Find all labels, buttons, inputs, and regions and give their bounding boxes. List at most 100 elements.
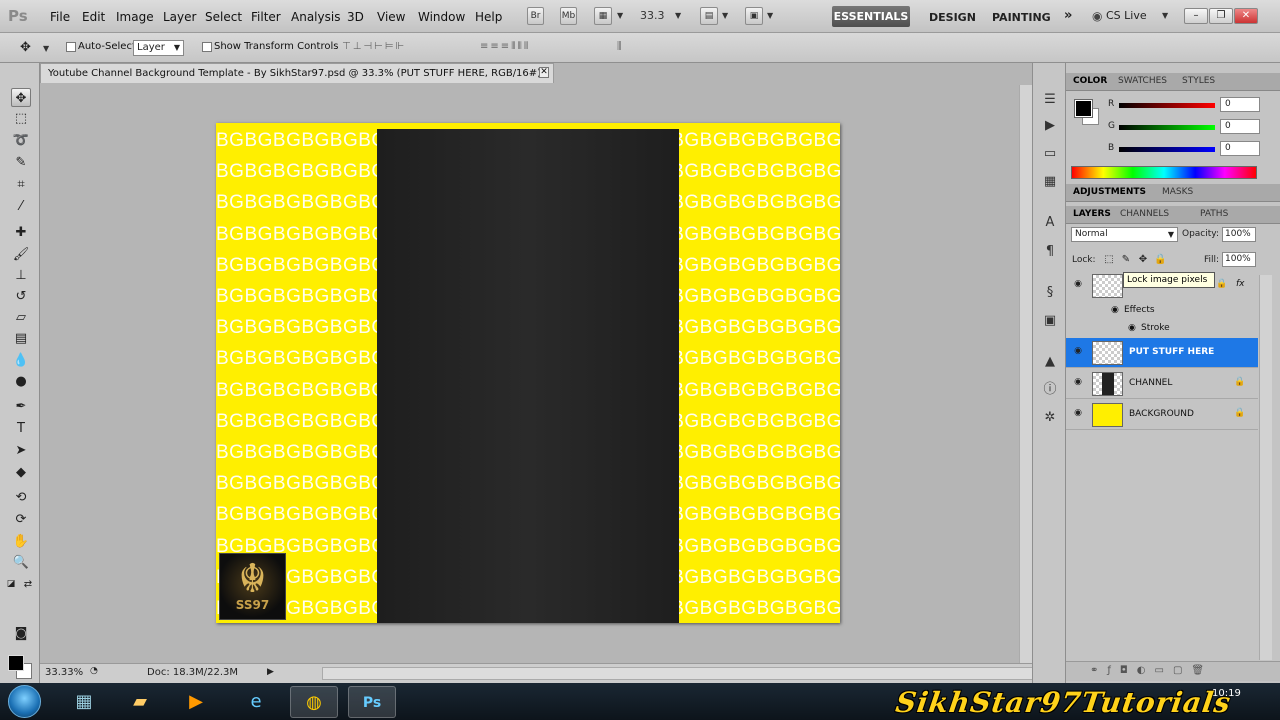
horizontal-scrollbar[interactable] xyxy=(322,667,1058,680)
explorer-taskbar-icon[interactable]: ▰ xyxy=(116,686,164,718)
menu-file[interactable]: File xyxy=(50,10,70,24)
layers-footer-buttons[interactable]: ⚭ƒ◘◐▭▢🗑 xyxy=(1066,661,1280,681)
info-icon[interactable]: ⓘ xyxy=(1041,381,1059,399)
visibility-eye-icon[interactable]: ◉ xyxy=(1073,378,1083,387)
chevron-down-icon[interactable]: ▼ xyxy=(675,11,681,20)
menu-edit[interactable]: Edit xyxy=(82,10,105,24)
visibility-eye-icon[interactable]: ◉ xyxy=(1073,409,1083,418)
restore-button[interactable]: ❐ xyxy=(1209,8,1233,24)
crop-tool-icon[interactable]: ⌗ xyxy=(11,175,31,194)
fill-field[interactable]: 100% xyxy=(1222,252,1256,267)
lasso-tool-icon[interactable]: ➰ xyxy=(11,131,31,150)
shape-tool-icon[interactable]: ◆ xyxy=(11,463,31,482)
tab-swatches[interactable]: SWATCHES xyxy=(1118,76,1167,86)
opacity-field[interactable]: 100% xyxy=(1222,227,1256,242)
eyedropper-tool-icon[interactable]: ⁄ xyxy=(11,197,31,216)
clone-stamp-tool-icon[interactable]: ⊥ xyxy=(11,266,31,285)
close-button[interactable]: ✕ xyxy=(1234,8,1258,24)
pen-tool-icon[interactable]: ✒ xyxy=(11,397,31,416)
chevron-down-icon[interactable]: ▼ xyxy=(617,11,623,20)
red-slider[interactable] xyxy=(1119,103,1215,108)
marquee-tool-icon[interactable]: ⬚ xyxy=(11,109,31,128)
lock-transparency-icon[interactable]: ⬚ xyxy=(1103,254,1115,266)
hand-tool-icon[interactable]: ✋ xyxy=(11,532,31,551)
eraser-tool-icon[interactable]: ▱ xyxy=(11,308,31,327)
screen-mode-icon[interactable]: ▣ xyxy=(745,7,763,25)
visibility-eye-icon[interactable]: ◉ xyxy=(1073,280,1083,289)
layer-row-put-stuff-here[interactable]: ◉ PUT STUFF HERE xyxy=(1066,338,1258,368)
animation-icon[interactable]: ▣ xyxy=(1041,312,1059,330)
show-transform-checkbox[interactable] xyxy=(202,42,212,52)
quick-select-tool-icon[interactable]: ✎ xyxy=(11,153,31,172)
blur-tool-icon[interactable]: 💧 xyxy=(11,351,31,370)
healing-brush-tool-icon[interactable]: ✚ xyxy=(11,223,31,242)
menu-view[interactable]: View xyxy=(377,10,405,24)
menu-select[interactable]: Select xyxy=(205,10,242,24)
tab-layers[interactable]: LAYERS xyxy=(1073,209,1111,219)
move-tool-preset-icon[interactable]: ✥ xyxy=(20,40,31,55)
blend-mode-dropdown[interactable]: Normal ▼ xyxy=(1071,227,1178,242)
photoshop-taskbar-icon[interactable]: Ps xyxy=(348,686,396,718)
chevron-down-icon[interactable]: ▼ xyxy=(43,44,49,53)
effects-eye-icon[interactable]: ◉ xyxy=(1111,305,1119,315)
vertical-scrollbar[interactable] xyxy=(1019,85,1032,663)
3d-orbit-tool-icon[interactable]: ⟳ xyxy=(11,510,31,529)
align-buttons-icon[interactable]: ⊤⊥⊣⊢⊨⊩ xyxy=(342,41,406,55)
media-player-taskbar-icon[interactable]: ▶ xyxy=(172,686,220,718)
history-brush-tool-icon[interactable]: ↺ xyxy=(11,287,31,306)
navigator-icon[interactable]: ▲ xyxy=(1041,353,1059,371)
chevron-down-icon[interactable]: ▼ xyxy=(1162,11,1168,20)
auto-align-icon[interactable]: ⫼ xyxy=(617,41,624,55)
workspace-painting[interactable]: PAINTING xyxy=(992,11,1051,24)
panel-fg-color-swatch[interactable] xyxy=(1074,99,1093,118)
arrange-documents-icon[interactable]: ▤ xyxy=(700,7,718,25)
menu-help[interactable]: Help xyxy=(475,10,502,24)
lock-image-pixels-icon[interactable]: ✎ xyxy=(1120,254,1132,266)
tab-styles[interactable]: STYLES xyxy=(1182,76,1215,86)
path-select-tool-icon[interactable]: ➤ xyxy=(11,441,31,460)
red-value[interactable]: 0 xyxy=(1220,97,1260,112)
default-colors-icon[interactable]: ◪ xyxy=(6,575,16,594)
tab-channels[interactable]: CHANNELS xyxy=(1120,209,1169,219)
brush-panel-icon[interactable]: ▦ xyxy=(1041,173,1059,191)
layer-row-background[interactable]: ◉ BACKGROUND 🔒 xyxy=(1066,400,1258,430)
tab-adjustments[interactable]: ADJUSTMENTS xyxy=(1073,187,1146,197)
workspace-essentials[interactable]: ESSENTIALS xyxy=(832,6,910,27)
brush-tool-icon[interactable]: 🖌 xyxy=(11,245,31,264)
lock-all-icon[interactable]: 🔒 xyxy=(1154,254,1166,266)
menu-window[interactable]: Window xyxy=(418,10,465,24)
zoom-field[interactable]: 33.3 xyxy=(640,9,665,22)
swap-colors-icon[interactable]: ⇄ xyxy=(22,575,34,594)
internet-explorer-taskbar-icon[interactable]: e xyxy=(232,686,280,718)
auto-select-checkbox[interactable] xyxy=(66,42,76,52)
tool-presets-icon[interactable]: ▭ xyxy=(1041,145,1059,163)
3d-panel-icon[interactable]: ✲ xyxy=(1041,409,1059,427)
menu-image[interactable]: Image xyxy=(116,10,154,24)
more-workspaces-icon[interactable]: » xyxy=(1064,8,1072,23)
layers-scrollbar[interactable] xyxy=(1259,275,1272,660)
zoom-status[interactable]: 33.33% xyxy=(45,667,83,678)
chevron-down-icon[interactable]: ▼ xyxy=(722,11,728,20)
canvas[interactable]: BGBGBGBGBGBGBGBGBGBGBGBGBGBGBGBGBGBGBGBG… xyxy=(216,123,840,623)
green-value[interactable]: 0 xyxy=(1220,119,1260,134)
zoom-tool-icon[interactable]: 🔍 xyxy=(11,553,31,572)
document-tab[interactable]: Youtube Channel Background Template - By… xyxy=(40,63,554,83)
blue-slider[interactable] xyxy=(1119,147,1215,152)
dodge-tool-icon[interactable]: ● xyxy=(11,372,31,391)
blue-value[interactable]: 0 xyxy=(1220,141,1260,156)
calculator-taskbar-icon[interactable]: ▦ xyxy=(60,686,108,718)
layer-row-channel[interactable]: ◉ CHANNEL 🔒 xyxy=(1066,369,1258,399)
foreground-color-swatch[interactable] xyxy=(8,655,24,671)
minimize-button[interactable]: – xyxy=(1184,8,1208,24)
type-tool-icon[interactable]: T xyxy=(11,419,31,438)
quick-mask-icon[interactable]: ◙ xyxy=(11,624,31,643)
tab-paths[interactable]: PATHS xyxy=(1200,209,1228,219)
chevron-down-icon[interactable]: ▼ xyxy=(767,11,773,20)
move-tool-icon[interactable]: ✥ xyxy=(11,88,31,107)
green-slider[interactable] xyxy=(1119,125,1215,130)
3d-rotate-tool-icon[interactable]: ⟲ xyxy=(11,488,31,507)
auto-select-dropdown[interactable]: Layer ▼ xyxy=(133,40,184,56)
paragraph-icon[interactable]: ¶ xyxy=(1041,243,1059,261)
menu-filter[interactable]: Filter xyxy=(251,10,281,24)
character-icon[interactable]: A xyxy=(1041,214,1059,232)
